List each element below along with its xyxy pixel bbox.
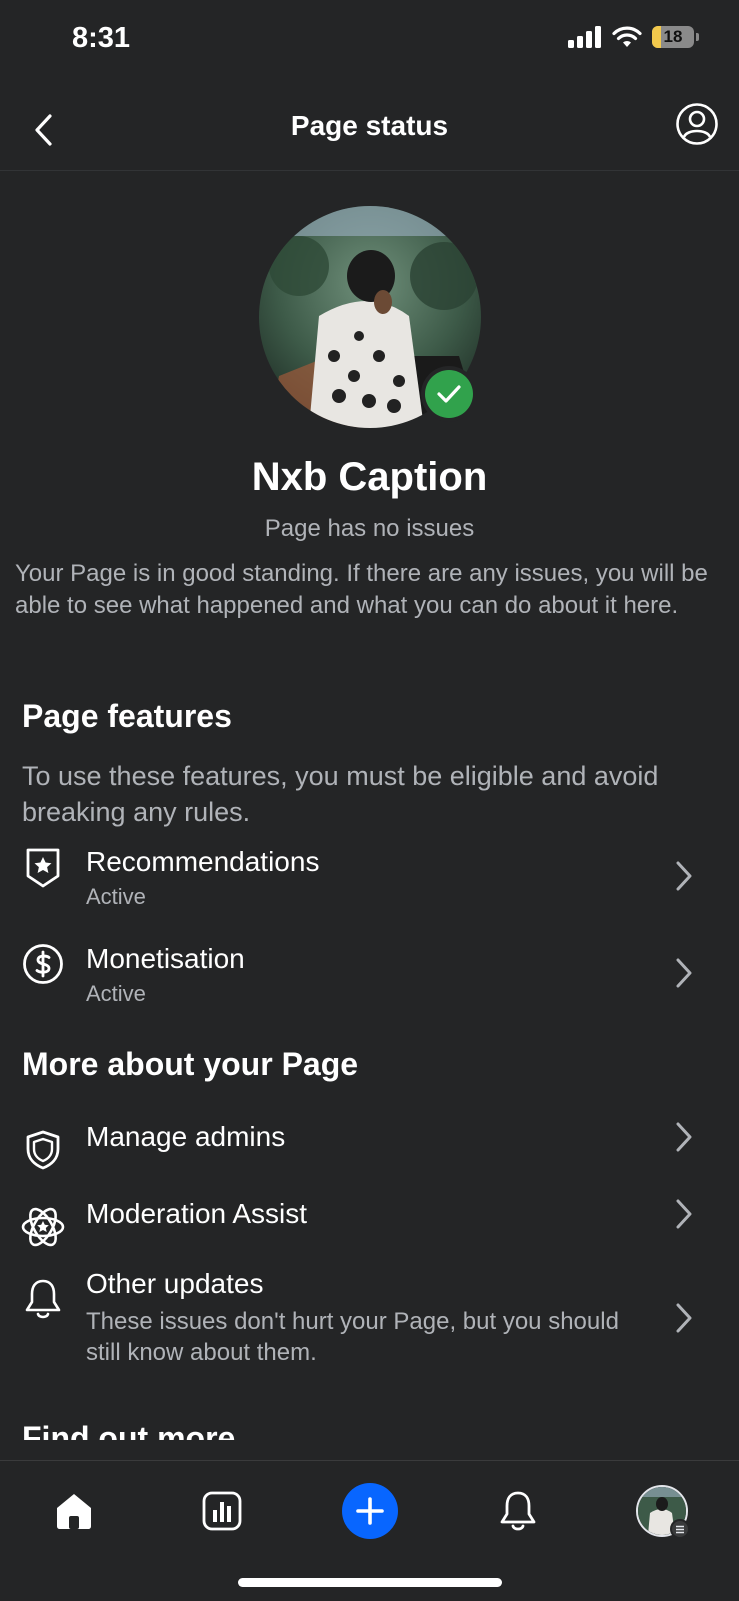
- section-subtitle-page-features: To use these features, you must be eligi…: [22, 761, 659, 827]
- home-indicator: [238, 1578, 502, 1587]
- profile-avatar-container: [259, 206, 481, 428]
- chevron-right-icon: [669, 953, 699, 993]
- page-status-summary: Page has no issues: [264, 515, 475, 542]
- notifications-icon: [500, 1491, 536, 1531]
- page-title: Page status: [290, 110, 449, 141]
- list-item-moderation-assist[interactable]: Moderation Assist: [0, 1192, 739, 1262]
- tab-home[interactable]: [44, 1481, 104, 1541]
- status-time: 8:31: [72, 22, 131, 54]
- plus-icon: [356, 1497, 384, 1525]
- moderation-assist-label: Moderation Assist: [86, 1198, 307, 1229]
- monetisation-label: Monetisation: [86, 943, 245, 974]
- battery-level: 18: [663, 27, 683, 46]
- shield-icon: [20, 1127, 66, 1173]
- checkmark-icon: [437, 385, 461, 403]
- list-item-monetisation[interactable]: Monetisation Active: [0, 935, 739, 1025]
- section-title-page-features: Page features: [22, 698, 232, 734]
- chevron-right-icon: [669, 1298, 699, 1338]
- manage-admins-label: Manage admins: [86, 1121, 286, 1152]
- wifi-icon: [612, 26, 642, 47]
- insights-icon: [202, 1491, 242, 1531]
- person-circle-icon: [676, 103, 718, 145]
- list-item-recommendations[interactable]: Recommendations Active: [0, 838, 739, 928]
- battery-icon: 18: [652, 26, 694, 48]
- page-status-description: Your Page is in good standing. If there …: [15, 560, 708, 619]
- badge-star-icon: [20, 844, 66, 890]
- verified-badge: [421, 366, 477, 422]
- tab-profile[interactable]: [632, 1481, 692, 1541]
- header: Page status: [0, 90, 739, 171]
- chevron-right-icon: [669, 1117, 699, 1157]
- cellular-signal-icon: [568, 26, 601, 48]
- other-updates-label: Other updates: [86, 1268, 264, 1299]
- monetisation-status: Active: [86, 981, 146, 1006]
- atom-star-icon: [20, 1204, 66, 1250]
- page-name: Nxb Caption: [251, 455, 488, 499]
- tab-insights[interactable]: [192, 1481, 252, 1541]
- battery-tip: [696, 33, 699, 41]
- home-icon: [57, 1494, 91, 1529]
- dollar-circle-icon: [20, 941, 66, 987]
- account-button[interactable]: [673, 100, 721, 148]
- bell-icon: [20, 1276, 66, 1322]
- list-item-other-updates[interactable]: Other updates These issues don't hurt yo…: [0, 1262, 739, 1402]
- chevron-right-icon: [669, 856, 699, 896]
- section-title-find-out-more: Find out more: [22, 1420, 236, 1440]
- section-title-more-about: More about your Page: [22, 1046, 359, 1082]
- list-item-manage-admins[interactable]: Manage admins: [0, 1115, 739, 1185]
- create-button[interactable]: [342, 1483, 398, 1539]
- tab-notifications[interactable]: [488, 1481, 548, 1541]
- recommendations-label: Recommendations: [86, 846, 320, 877]
- chevron-right-icon: [669, 1194, 699, 1234]
- status-icons: 18: [568, 26, 699, 48]
- other-updates-description: These issues don't hurt your Page, but y…: [86, 1308, 619, 1366]
- recommendations-status: Active: [86, 884, 146, 909]
- menu-badge-icon: [670, 1519, 690, 1539]
- tab-create[interactable]: [340, 1481, 400, 1541]
- status-bar: 8:31 18: [0, 0, 739, 80]
